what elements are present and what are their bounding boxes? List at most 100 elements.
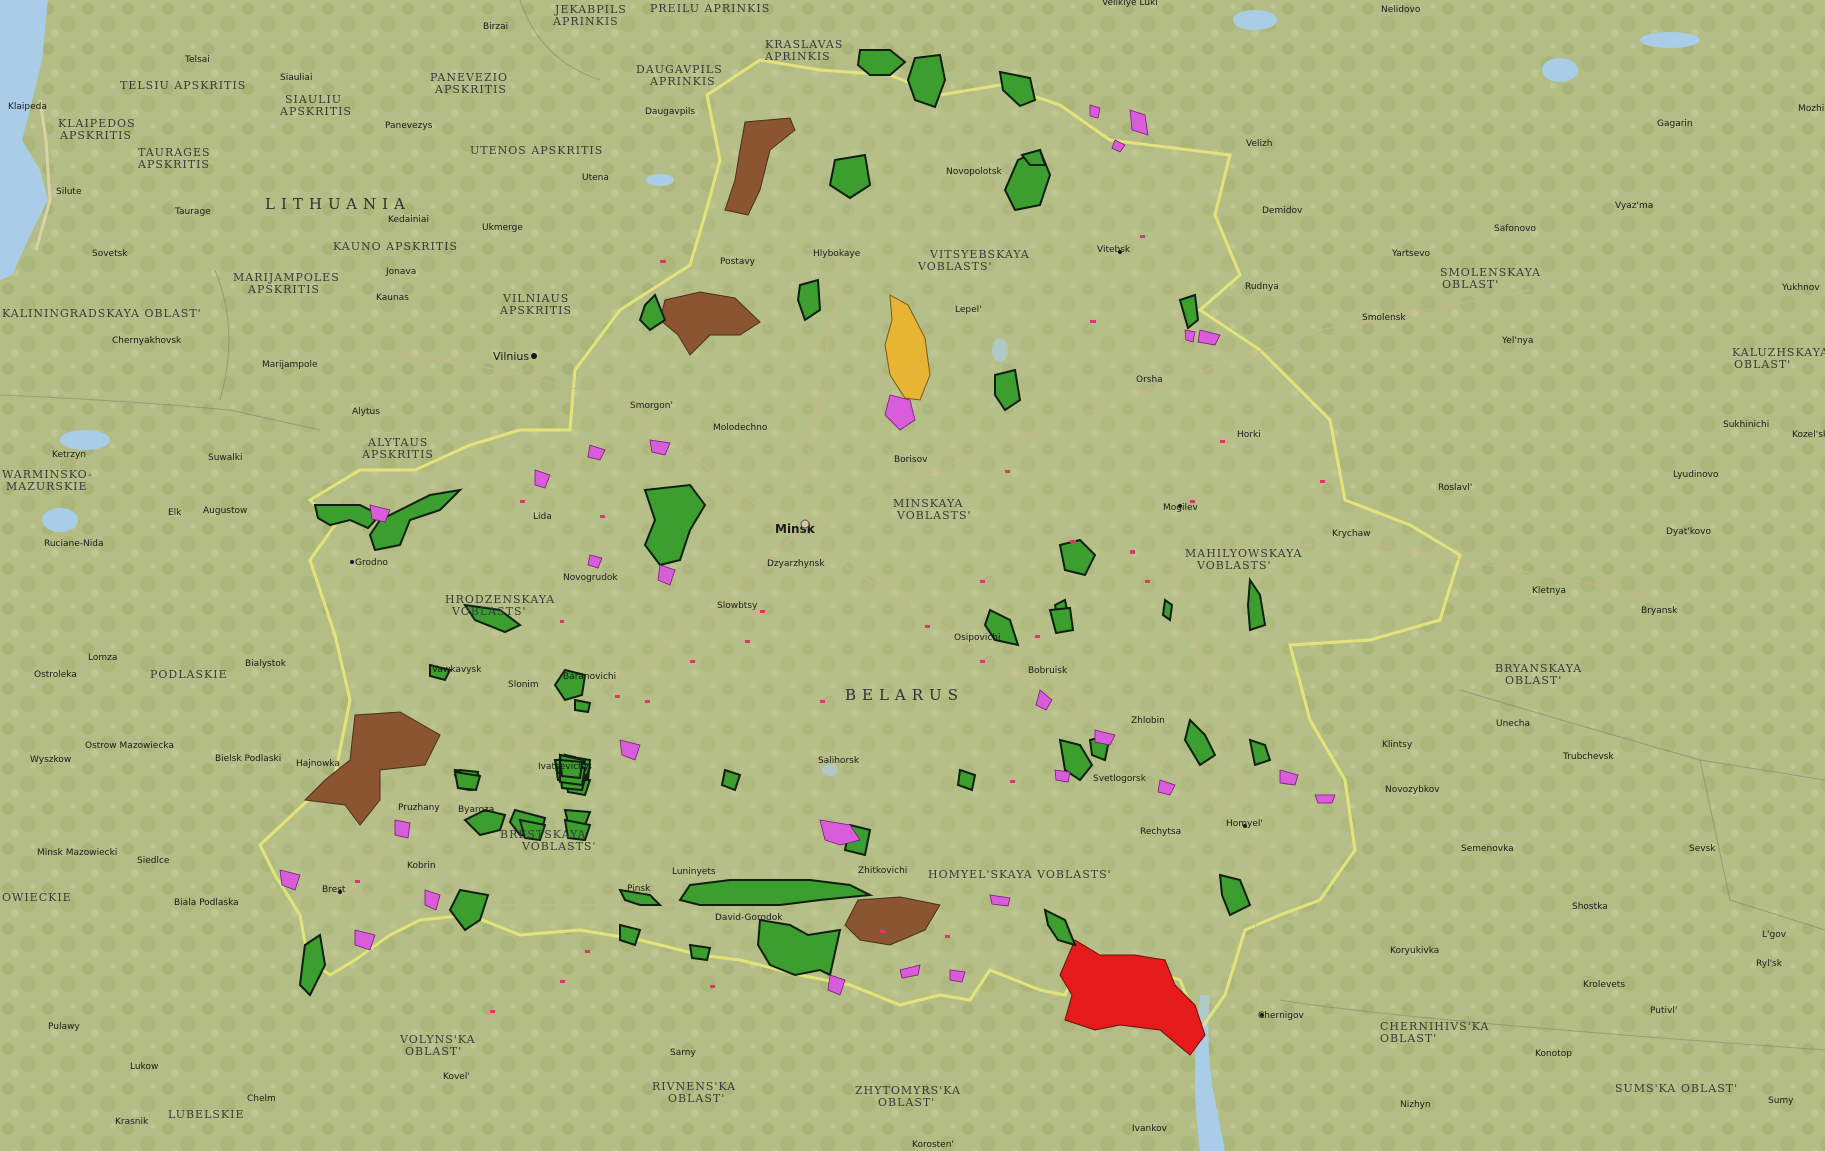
city-label: Yartsevo	[1391, 249, 1431, 259]
city-label: Ruciane-Nida	[44, 539, 103, 549]
city-label: Rudnya	[1245, 282, 1279, 292]
city-label: Minsk Mazowiecki	[37, 848, 117, 858]
city-label: Mozhi	[1798, 104, 1824, 114]
city-label: Pruzhany	[398, 803, 440, 813]
city-label: Svetlogorsk	[1093, 774, 1147, 784]
region-label: APSKRITIS	[59, 129, 132, 142]
region-label: OBLAST'	[1734, 358, 1791, 371]
region-label: APRINKIS	[764, 50, 831, 63]
city-label: Ostrow Mazowiecka	[85, 741, 174, 751]
region-label: KALININGRADSKAYA OBLAST'	[2, 307, 202, 320]
city-label: Sovetsk	[92, 249, 128, 259]
city-label: Ivatsevichy	[538, 762, 590, 772]
city-label: Novozybkov	[1385, 785, 1440, 795]
city-label: Wyszkow	[30, 755, 71, 765]
city-label: Lyudinovo	[1673, 470, 1719, 480]
region-label: OBLAST'	[1505, 674, 1562, 687]
city-label: Yel'nya	[1501, 336, 1533, 346]
region-label: OBLAST'	[1442, 278, 1499, 291]
city-label: Vyaz'ma	[1615, 201, 1653, 211]
region-label: VOBLASTS'	[917, 260, 993, 273]
city-label: Bobruisk	[1028, 666, 1068, 676]
city-label: Salihorsk	[818, 756, 860, 766]
city-label: Koryukivka	[1390, 946, 1439, 956]
city-label: Elk	[168, 508, 182, 518]
region-label: APSKRITIS	[137, 158, 210, 171]
city-label: Velizh	[1246, 139, 1272, 149]
city-label: Lomza	[88, 653, 117, 663]
region-label: OBLAST'	[878, 1096, 935, 1109]
city-label: Klaipeda	[8, 102, 47, 112]
region-label: PODLASKIE	[150, 668, 228, 681]
city-label: Brest	[322, 885, 346, 895]
city-label: Sarny	[670, 1048, 696, 1058]
map-canvas[interactable]: LITHUANIA BELARUS VITSYEBSKAYA VOBLASTS'…	[0, 0, 1825, 1151]
city-label: Postavy	[720, 257, 756, 267]
city-label: Krolevets	[1583, 980, 1625, 990]
city-label: Novopolotsk	[946, 167, 1003, 177]
city-label: Orsha	[1136, 375, 1163, 385]
city-label: Slonim	[508, 680, 539, 690]
city-label: David-Gorodok	[715, 913, 783, 923]
region-label: APRINKIS	[649, 75, 716, 88]
city-label: Sevsk	[1689, 844, 1716, 854]
region-label: APSKRITIS	[279, 105, 352, 118]
region-label: APSKRITIS	[247, 283, 320, 296]
city-label: Siauliai	[280, 73, 312, 83]
city-label: Ivankov	[1132, 1124, 1168, 1134]
city-label: Horki	[1237, 430, 1261, 440]
city-label: Ukmerge	[482, 223, 523, 233]
city-label: Demidov	[1262, 206, 1303, 216]
city-label: Kaunas	[376, 293, 409, 303]
country-label-lithuania: LITHUANIA	[265, 195, 411, 213]
city-label: Putivl'	[1650, 1006, 1677, 1016]
city-label: Roslavl'	[1438, 483, 1472, 493]
city-label: Gagarin	[1657, 119, 1693, 129]
map-view[interactable]: LITHUANIA BELARUS VITSYEBSKAYA VOBLASTS'…	[0, 0, 1825, 1151]
city-label: Suwalki	[208, 453, 243, 463]
city-label: Safonovo	[1494, 224, 1536, 234]
city-label: Smolensk	[1362, 313, 1406, 323]
region-label: HOMYEL'SKAYA VOBLASTS'	[928, 868, 1112, 881]
city-label: Utena	[582, 173, 609, 183]
city-label: Byaroza	[458, 805, 494, 815]
city-label: Kobrin	[407, 861, 436, 871]
city-label: Velikiye Luki	[1102, 0, 1158, 8]
city-label: Nizhyn	[1400, 1100, 1431, 1110]
city-label: Silute	[56, 187, 82, 197]
region-label: VOBLASTS'	[521, 840, 597, 853]
city-label: Marijampole	[262, 360, 318, 370]
city-label: Borisov	[894, 455, 928, 465]
region-label: APSKRITIS	[434, 83, 507, 96]
region-label: KAUNO APSKRITIS	[333, 240, 458, 253]
city-label: Panevezys	[385, 121, 433, 131]
region-label: APSKRITIS	[361, 448, 434, 461]
city-label: Kozel'sk	[1792, 430, 1825, 440]
city-label: Novogrudok	[563, 573, 618, 583]
city-label: Klintsy	[1382, 740, 1413, 750]
city-label: Zhlobin	[1131, 716, 1165, 726]
city-label: Rechytsa	[1140, 827, 1181, 837]
city-label: Bryansk	[1641, 606, 1678, 616]
city-label: Slowbtsy	[717, 601, 758, 611]
region-label: APRINKIS	[552, 15, 619, 28]
city-label: Kovel'	[443, 1072, 470, 1082]
region-label: APSKRITIS	[499, 304, 572, 317]
city-label: Unecha	[1496, 719, 1530, 729]
city-label: L'gov	[1762, 930, 1787, 940]
city-label: Osipovichi	[954, 633, 1000, 643]
city-label: Krychaw	[1332, 529, 1370, 539]
city-label: Alytus	[352, 407, 380, 417]
city-label: Molodechno	[713, 423, 768, 433]
city-label: Dzyarzhynsk	[767, 559, 825, 569]
city-label: Korosten'	[912, 1140, 954, 1150]
region-label: OBLAST'	[668, 1092, 725, 1105]
city-label: Vitebsk	[1097, 245, 1131, 255]
city-label: Vawkavysk	[432, 665, 482, 675]
region-label: PREILU APRINKIS	[650, 2, 770, 15]
country-label-belarus: BELARUS	[845, 686, 964, 704]
city-label: Telsai	[184, 55, 210, 65]
city-label: Taurage	[174, 207, 211, 217]
city-label: Sukhinichi	[1723, 420, 1769, 430]
city-label: Siedlce	[137, 856, 170, 866]
